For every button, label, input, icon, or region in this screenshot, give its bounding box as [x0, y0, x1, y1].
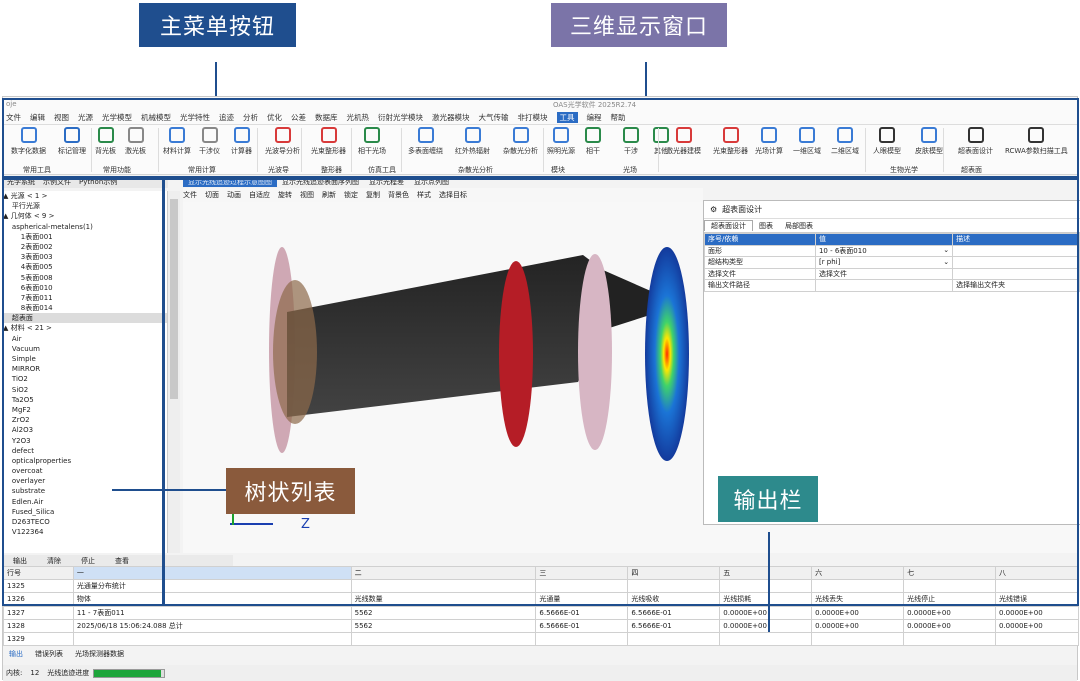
table-cell: 11 - 7表面011: [72, 605, 352, 620]
table-cell: [350, 631, 537, 647]
table-cell: 0.0000E+00: [719, 605, 813, 620]
table-cell: 0.0000E+00: [811, 618, 905, 633]
table-row[interactable]: 1329: [3, 631, 1079, 647]
status-bar: 内核: 12 光线追迹进度: [3, 665, 1077, 681]
bottom-tabs: 输出 错误列表 光场探测器数据: [3, 647, 403, 660]
table-cell: 2025/06/18 15:06:24.088 总计: [72, 618, 352, 633]
callout-3d-view: 三维显示窗口: [551, 3, 727, 47]
trace-progress-bar: [93, 668, 166, 678]
table-cell: 6.5666E-01: [535, 605, 629, 620]
table-cell: 1327: [3, 605, 74, 620]
table-cell: [995, 631, 1079, 647]
highlight-frame-menu: [2, 98, 1079, 178]
table-cell: 6.5666E-01: [627, 618, 721, 633]
table-row[interactable]: 1328 2025/06/18 15:06:24.088 总计 5562 6.5666…: [3, 618, 1079, 633]
table-cell: 0.0000E+00: [811, 605, 905, 620]
tab-output[interactable]: 输出: [3, 649, 29, 659]
table-cell: [72, 631, 352, 647]
table-cell: 0.0000E+00: [995, 618, 1079, 633]
callout-tree-list: 树状列表: [226, 468, 355, 514]
pointer-line: [215, 62, 217, 98]
tab-error-list[interactable]: 错误列表: [29, 649, 69, 659]
table-cell: 6.5666E-01: [627, 605, 721, 620]
table-cell: 6.5666E-01: [535, 618, 629, 633]
table-cell: [535, 631, 629, 647]
table-row[interactable]: 1327 11 - 7表面011 5562 6.5666E-01 6.5666E-01 0…: [3, 605, 1079, 620]
table-cell: [811, 631, 905, 647]
pointer-line: [112, 489, 226, 491]
table-cell: 0.0000E+00: [903, 605, 996, 620]
table-cell: 5562: [350, 605, 537, 620]
callout-output: 输出栏: [718, 476, 818, 522]
tab-detector-data[interactable]: 光场探测器数据: [69, 649, 130, 659]
table-cell: [903, 631, 996, 647]
table-cell: 1328: [3, 618, 74, 633]
highlight-frame-view: [163, 178, 1079, 606]
cores-label: 内核:: [6, 669, 23, 677]
table-cell: [719, 631, 813, 647]
cores-value: 12: [30, 669, 40, 677]
table-cell: 1329: [3, 631, 74, 647]
table-cell: 5562: [350, 618, 537, 633]
highlight-frame-tree: [2, 178, 164, 606]
table-cell: 0.0000E+00: [903, 618, 996, 633]
table-cell: 0.0000E+00: [719, 618, 813, 633]
table-cell: [627, 631, 721, 647]
table-cell: 0.0000E+00: [995, 605, 1079, 620]
progress-label: 光线追迹进度: [47, 669, 90, 677]
callout-main-menu: 主菜单按钮: [139, 3, 296, 47]
pointer-line: [768, 532, 770, 632]
